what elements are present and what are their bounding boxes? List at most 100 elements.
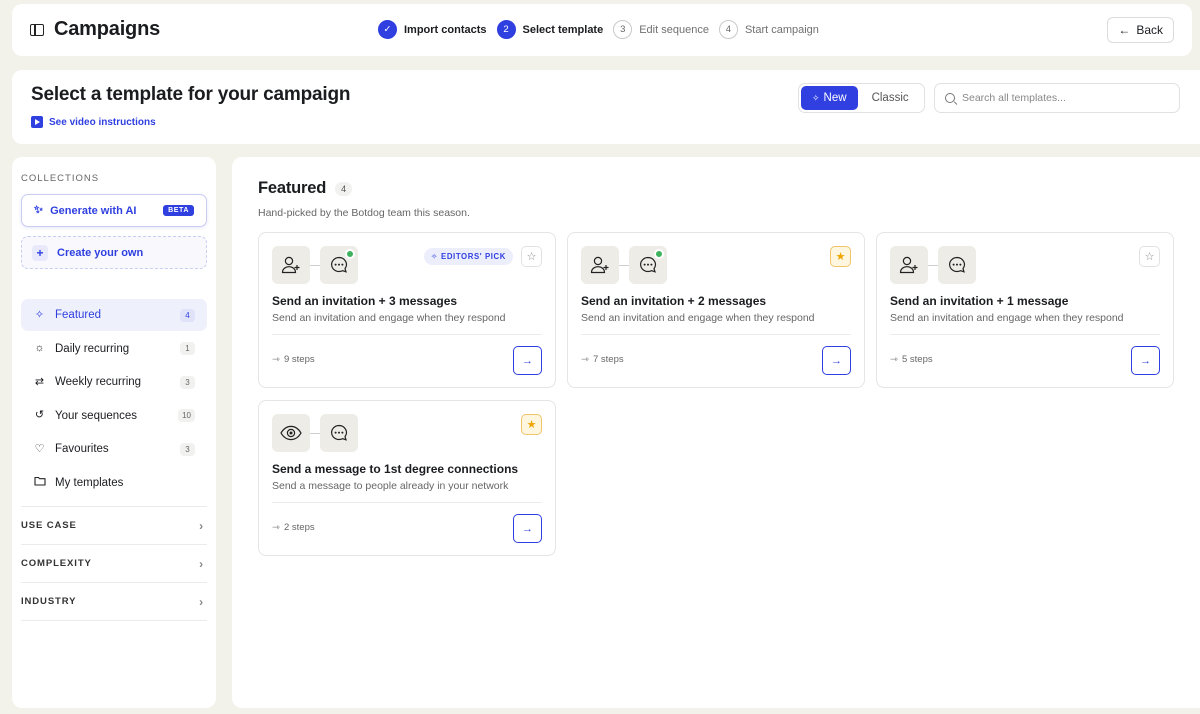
card-divider	[890, 334, 1160, 335]
section-title: Featured	[258, 179, 327, 197]
steps-icon: ⇾	[581, 354, 589, 365]
section-subtitle: Hand-picked by the Botdog team this seas…	[258, 207, 470, 219]
play-icon	[31, 116, 43, 128]
generate-with-ai-button[interactable]: ✨︎ Generate with AI BETA	[21, 194, 207, 227]
card-steps-label: 2 steps	[283, 522, 315, 533]
magic-wand-icon: ✨︎	[34, 204, 44, 216]
section-count: 4	[335, 181, 353, 196]
filter-label: COMPLEXITY	[21, 558, 92, 569]
video-instructions-link[interactable]: See video instructions	[31, 116, 156, 128]
collections-heading: COLLECTIONS	[21, 173, 100, 184]
steps-icon: ⇾	[272, 354, 280, 365]
step-label: Start campaign	[744, 23, 819, 36]
card-connector	[928, 264, 938, 266]
sidebar-item-daily-recurring[interactable]: ☼ Daily recurring 1	[21, 333, 207, 365]
step-edit-sequence[interactable]: 3 Edit sequence	[613, 20, 709, 39]
sidebar-item-label: Featured	[55, 309, 102, 321]
filter-industry[interactable]: INDUSTRY ›	[21, 583, 207, 621]
steps-icon: ⇾	[272, 522, 280, 533]
sidebar-item-my-templates[interactable]: My templates	[21, 467, 207, 499]
star-icon[interactable]: ☆	[521, 246, 542, 267]
progress-stepper: ✓ Import contacts 2 Select template 3 Ed…	[378, 20, 819, 39]
sidebar-item-featured[interactable]: ✧ Featured 4	[21, 299, 207, 331]
beta-badge: BETA	[163, 205, 194, 216]
editors-pick-badge: ✧ EDITORS' PICK	[423, 248, 513, 265]
back-label: Back	[1136, 23, 1163, 37]
check-icon: ✓	[378, 20, 397, 39]
open-template-button[interactable]: →	[1131, 346, 1160, 375]
step-label: Edit sequence	[639, 23, 709, 36]
card-description: Send an invitation and engage when they …	[581, 312, 815, 324]
step-start-campaign[interactable]: 4 Start campaign	[718, 20, 819, 39]
card-icons	[581, 246, 667, 284]
template-card[interactable]: ★ Send an invitation + 2 messages Send a…	[567, 232, 865, 388]
arrow-right-icon: →	[1140, 354, 1151, 367]
heart-icon: ♡	[34, 442, 45, 455]
sidebar-item-count: 3	[180, 375, 195, 389]
plus-icon: +	[32, 244, 48, 261]
sidebar-item-your-sequences[interactable]: ↺ Your sequences 10	[21, 400, 207, 432]
filter-complexity[interactable]: COMPLEXITY ›	[21, 545, 207, 583]
star-filled-icon[interactable]: ★	[521, 414, 542, 435]
card-steps: ⇾ 7 steps	[581, 354, 624, 365]
chat-bubble-icon	[629, 246, 667, 284]
toggle-new-button[interactable]: ✧ New	[801, 86, 858, 110]
chat-bubble-icon	[938, 246, 976, 284]
sun-icon: ☼	[34, 342, 45, 355]
sidebar-item-favourites[interactable]: ♡ Favourites 3	[21, 433, 207, 465]
open-template-button[interactable]: →	[513, 514, 542, 543]
template-card[interactable]: ✧ EDITORS' PICK ☆ Send an invitation + 3…	[258, 232, 556, 388]
app-title-group: Campaigns	[30, 18, 160, 41]
toggle-new-label: New	[823, 92, 847, 104]
create-your-own-button[interactable]: + Create your own	[21, 236, 207, 269]
sidebar-item-count: 4	[180, 308, 195, 322]
open-template-button[interactable]: →	[513, 346, 542, 375]
toggle-classic-button[interactable]: Classic	[862, 86, 919, 110]
editors-pick-label: EDITORS' PICK	[441, 252, 506, 261]
card-steps: ⇾ 5 steps	[890, 354, 933, 365]
top-bar: Campaigns ✓ Import contacts 2 Select tem…	[12, 4, 1192, 56]
filter-use-case[interactable]: USE CASE ›	[21, 507, 207, 545]
card-connector	[310, 432, 320, 434]
card-icons	[272, 414, 358, 452]
step-select-template[interactable]: 2 Select template	[496, 20, 603, 39]
step-number: 4	[718, 20, 738, 39]
generate-ai-label: Generate with AI	[50, 204, 137, 217]
template-card[interactable]: ☆ Send an invitation + 1 message Send an…	[876, 232, 1174, 388]
step-import-contacts[interactable]: ✓ Import contacts	[378, 20, 487, 39]
sidebar-item-weekly-recurring[interactable]: ⇄ Weekly recurring 3	[21, 366, 207, 398]
eye-icon	[272, 414, 310, 452]
star-icon[interactable]: ☆	[1139, 246, 1160, 267]
repeat-icon: ⇄	[34, 375, 45, 388]
sidebar-item-count: 1	[180, 342, 195, 356]
sidebar-item-label: Favourites	[55, 443, 109, 456]
sidebar-toggle-icon[interactable]	[30, 23, 44, 36]
create-own-label: Create your own	[57, 246, 144, 259]
chevron-right-icon: ›	[199, 518, 204, 533]
card-title: Send an invitation + 3 messages	[272, 294, 458, 308]
card-icons	[272, 246, 358, 284]
add-user-icon	[890, 246, 928, 284]
template-search	[934, 83, 1180, 113]
sidebar-item-label: Daily recurring	[55, 342, 130, 355]
open-template-button[interactable]: →	[822, 346, 851, 375]
template-card[interactable]: ★ Send a message to 1st degree connectio…	[258, 400, 556, 556]
back-button[interactable]: ← Back	[1107, 17, 1174, 43]
chevron-right-icon: ›	[199, 594, 204, 609]
star-filled-icon[interactable]: ★	[830, 246, 851, 267]
page-title: Select a template for your campaign	[31, 84, 351, 105]
sparkle-icon: ✧	[430, 252, 439, 261]
card-connector	[619, 264, 629, 266]
history-icon: ↺	[34, 409, 45, 422]
templates-main: Featured 4 Hand-picked by the Botdog tea…	[232, 157, 1200, 708]
search-input[interactable]	[962, 92, 1162, 104]
arrow-right-icon: →	[831, 354, 842, 367]
sidebar-item-count: 3	[180, 442, 195, 456]
chat-bubble-icon	[320, 414, 358, 452]
online-badge	[654, 249, 664, 259]
step-number: 3	[613, 20, 633, 39]
arrow-right-icon: →	[522, 354, 533, 367]
chevron-right-icon: ›	[199, 556, 204, 571]
filter-label: INDUSTRY	[21, 596, 77, 607]
chat-bubble-icon	[320, 246, 358, 284]
